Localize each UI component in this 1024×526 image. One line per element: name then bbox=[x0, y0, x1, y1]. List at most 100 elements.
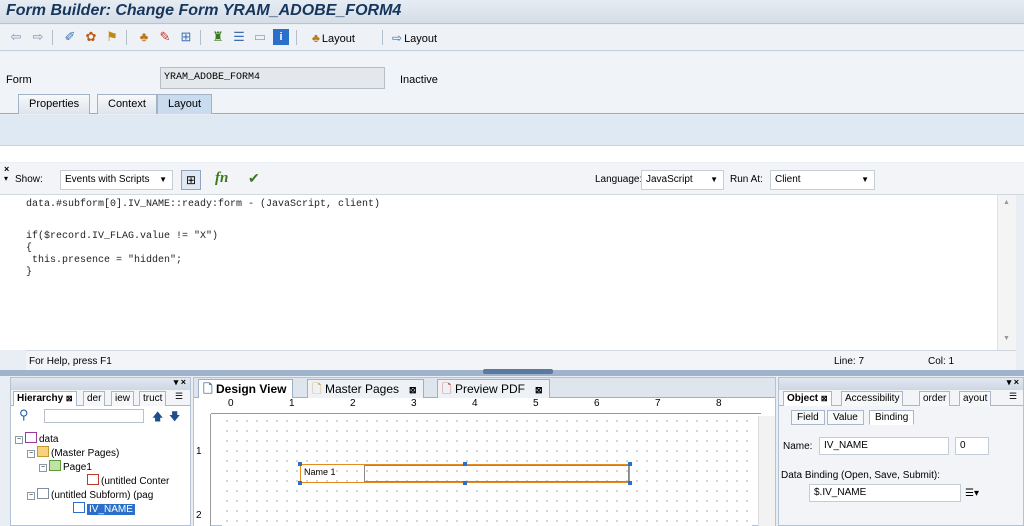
tab-layout-props[interactable]: ayout bbox=[959, 391, 992, 406]
hierarchy-icon[interactable]: ♜ bbox=[210, 29, 226, 45]
script-scrollbar[interactable]: ▲ ▼ bbox=[997, 195, 1016, 350]
layout-button-1[interactable]: ♣ Layout bbox=[312, 29, 355, 47]
check-icon[interactable]: ♣ bbox=[136, 29, 152, 45]
tree-node-page1[interactable]: − Page1 bbox=[39, 460, 92, 474]
form-name-field[interactable]: YRAM_ADOBE_FORM4 bbox=[160, 67, 385, 89]
tree-node-content-area[interactable]: (untitled Conter bbox=[87, 474, 169, 488]
other-object-icon[interactable]: ✿ bbox=[83, 29, 99, 45]
subform-icon bbox=[37, 488, 49, 499]
close-icon[interactable]: ⊠ bbox=[821, 394, 828, 403]
tab-structure[interactable]: truct bbox=[139, 391, 167, 406]
tab-context[interactable]: Context bbox=[97, 94, 157, 114]
subtab-field[interactable]: Field bbox=[791, 410, 825, 425]
chevron-down-icon: ▼ bbox=[710, 175, 718, 184]
display-change-icon[interactable]: ✐ bbox=[62, 29, 78, 45]
tree-node-master-pages[interactable]: − (Master Pages) bbox=[27, 446, 119, 460]
subtab-value[interactable]: Value bbox=[827, 410, 864, 425]
binding-menu-icon[interactable]: ☰▾ bbox=[965, 488, 979, 499]
check-syntax-icon[interactable]: ✔ bbox=[248, 170, 264, 188]
close-icon[interactable]: ⊠ bbox=[535, 385, 543, 395]
activate-icon[interactable]: ⚑ bbox=[104, 29, 120, 45]
tree-node-iv-name[interactable]: IV_NAME bbox=[73, 502, 135, 516]
field-caption: Name 1 bbox=[304, 467, 336, 477]
tab-library[interactable]: iew bbox=[111, 391, 135, 406]
collapse-icon[interactable]: − bbox=[39, 464, 47, 472]
scroll-up-icon[interactable]: ▲ bbox=[1003, 199, 1010, 206]
where-used-icon[interactable]: ⊞ bbox=[178, 29, 194, 45]
menu-icon[interactable]: ☰ bbox=[1009, 391, 1017, 402]
back-arrow-icon[interactable]: ⇦ bbox=[8, 29, 24, 45]
menu-icon[interactable]: ☰ bbox=[175, 391, 183, 402]
info-icon[interactable]: i bbox=[273, 29, 289, 45]
panel-menu-icon[interactable]: ▾ × bbox=[1007, 377, 1019, 388]
tree-node-subform[interactable]: − (untitled Subform) (pag bbox=[27, 488, 153, 502]
panel-header: ▾ × bbox=[11, 377, 190, 390]
arrow-right-icon: ⇨ bbox=[392, 31, 403, 45]
form-label: Form bbox=[6, 74, 32, 86]
chevron-down-icon: ▼ bbox=[861, 175, 869, 184]
app-toolbar: ⇦ ⇨ ✐ ✿ ⚑ ♣ ✎ ⊞ ♜ ☰ ▭ i ♣ Layout ⇨ Layout bbox=[0, 25, 1024, 51]
scroll-down-icon[interactable]: ▼ bbox=[1003, 335, 1010, 342]
tab-preview-pdf[interactable]: 🗋 Preview PDF ⊠ bbox=[437, 379, 550, 398]
object-panel: ▾ × Object ⊠ Accessibility order ayout ☰… bbox=[778, 377, 1024, 526]
tab-layout[interactable]: Layout bbox=[157, 94, 213, 114]
language-select[interactable]: JavaScript ▼ bbox=[641, 170, 724, 190]
align-icon[interactable]: ☰ bbox=[231, 29, 247, 45]
resize-handle[interactable] bbox=[463, 481, 467, 485]
form-icon[interactable]: ▭ bbox=[252, 29, 268, 45]
resize-handle[interactable] bbox=[298, 481, 302, 485]
close-icon[interactable]: ⊠ bbox=[409, 385, 417, 395]
resize-handle[interactable] bbox=[628, 462, 632, 466]
show-select[interactable]: Events with Scripts ▼ bbox=[60, 170, 173, 190]
tab-object[interactable]: Object ⊠ bbox=[783, 391, 832, 406]
field-input-box[interactable] bbox=[364, 465, 629, 482]
script-editor[interactable]: data.#subform[0].IV_NAME::ready:form - (… bbox=[26, 195, 1016, 350]
search-input[interactable] bbox=[44, 409, 144, 423]
page-icon: 🗋 bbox=[312, 382, 322, 396]
collapse-icon[interactable]: − bbox=[15, 436, 23, 444]
collapse-icon[interactable]: − bbox=[27, 450, 35, 458]
resize-handle[interactable] bbox=[298, 462, 302, 466]
forward-arrow-icon[interactable]: ⇨ bbox=[30, 29, 46, 45]
splitter-grip[interactable] bbox=[483, 369, 553, 374]
tab-accessibility[interactable]: Accessibility bbox=[841, 391, 904, 406]
tab-hierarchy[interactable]: Hierarchy ⊠ bbox=[13, 391, 77, 406]
ruler-tick-label: 0 bbox=[228, 398, 234, 409]
ruler-tick-label: 8 bbox=[716, 398, 722, 409]
design-scrollbar[interactable] bbox=[758, 416, 775, 526]
collapse-icon[interactable]: − bbox=[27, 492, 35, 500]
search-icon[interactable]: ⚲ bbox=[19, 407, 29, 423]
name-field[interactable]: IV_NAME bbox=[819, 437, 949, 455]
multiline-icon[interactable]: ⊞ bbox=[181, 170, 201, 190]
hierarchy-panel: ▾ × Hierarchy ⊠ der iew truct ☰ ⚲ 🡅 🡇 − d… bbox=[10, 377, 191, 526]
resize-handle[interactable] bbox=[628, 481, 632, 485]
script-editor-toolbar: × ▾ Show: Events with Scripts ▼ ⊞ fn ✔ L… bbox=[0, 163, 1024, 195]
arrow-down-icon[interactable]: 🡇 bbox=[169, 408, 180, 427]
run-at-select[interactable]: Client ▼ bbox=[770, 170, 875, 190]
subtab-binding[interactable]: Binding bbox=[869, 410, 915, 425]
function-icon[interactable]: fn bbox=[215, 170, 228, 187]
close-icon[interactable]: ⊠ bbox=[66, 394, 73, 403]
tab-design-view[interactable]: 🗋 Design View bbox=[198, 379, 294, 398]
tab-master-pages[interactable]: 🗋 Master Pages ⊠ bbox=[307, 379, 424, 398]
ruler-tick-label: 6 bbox=[594, 398, 600, 409]
tab-properties[interactable]: Properties bbox=[18, 94, 91, 114]
tree-node-data[interactable]: − data bbox=[15, 432, 58, 446]
name-index-field[interactable]: 0 bbox=[955, 437, 989, 455]
toolbar-separator bbox=[296, 30, 297, 45]
test-icon[interactable]: ✎ bbox=[157, 29, 173, 45]
layout-button-2-label: Layout bbox=[404, 33, 438, 45]
layout-button-2[interactable]: ⇨ Layout bbox=[392, 29, 437, 47]
panel-menu-icon[interactable]: ▾ × bbox=[174, 377, 186, 388]
close-icon[interactable]: × bbox=[4, 164, 9, 174]
binding-field[interactable]: $.IV_NAME bbox=[809, 484, 961, 502]
resize-handle[interactable] bbox=[463, 462, 467, 466]
code-line: this.presence = "hidden"; bbox=[26, 255, 183, 266]
tree-node-label: data bbox=[39, 434, 59, 445]
arrow-up-icon[interactable]: 🡅 bbox=[152, 408, 163, 427]
code-line: data.#subform[0].IV_NAME::ready:form - (… bbox=[26, 199, 381, 210]
tab-data-view[interactable]: der bbox=[83, 391, 106, 406]
dropdown-icon[interactable]: ▾ bbox=[4, 174, 8, 183]
tab-border[interactable]: order bbox=[919, 391, 951, 406]
content-area-icon bbox=[87, 474, 99, 485]
